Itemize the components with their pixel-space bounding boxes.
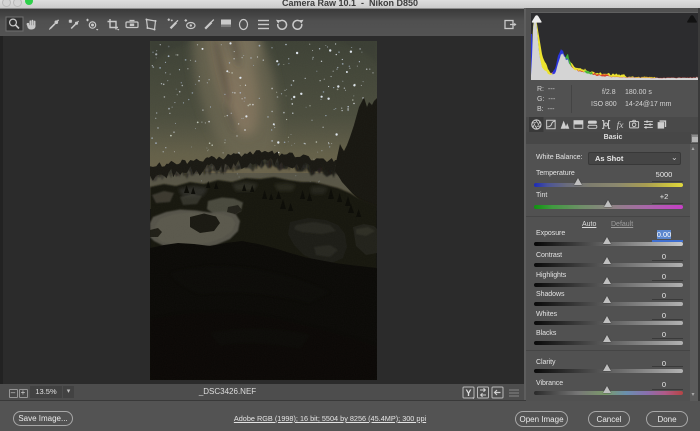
- svg-text:Y: Y: [465, 388, 471, 398]
- svg-text:fx: fx: [617, 120, 625, 131]
